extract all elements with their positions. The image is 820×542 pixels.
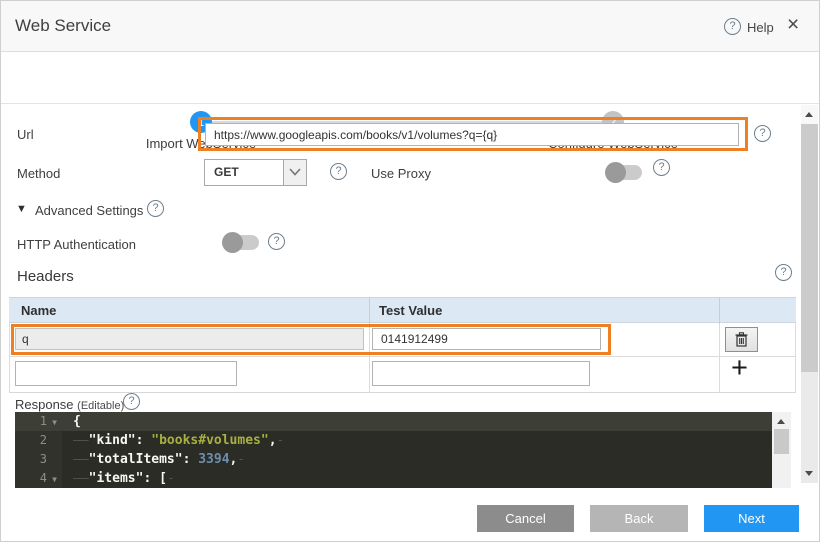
back-button[interactable]: Back	[590, 505, 688, 532]
table-header-divider	[369, 298, 370, 324]
scroll-down-button[interactable]	[801, 464, 818, 483]
toggle-knob	[222, 232, 243, 253]
response-label-text: Response	[15, 397, 74, 412]
header-test-value-input[interactable]	[372, 328, 601, 350]
use-proxy-help-icon[interactable]: ?	[653, 159, 670, 176]
web-service-dialog: Web Service ? Help × 1 2 Import WebServi…	[0, 0, 820, 542]
http-auth-toggle[interactable]	[222, 232, 260, 253]
editor-scrollbar-thumb[interactable]	[774, 429, 789, 454]
table-header-divider	[719, 298, 720, 324]
help-link[interactable]: Help	[747, 20, 774, 35]
cancel-button[interactable]: Cancel	[477, 505, 574, 532]
response-label: Response (Editable)	[15, 397, 124, 412]
table-header-row: Name Test Value	[9, 297, 796, 323]
code-line[interactable]: 2——"kind": "books#volumes",-	[15, 431, 772, 450]
url-help-icon[interactable]: ?	[754, 125, 771, 142]
code-text: {	[62, 412, 81, 431]
response-help-icon[interactable]: ?	[123, 393, 140, 410]
method-label: Method	[17, 166, 60, 181]
use-proxy-toggle[interactable]	[605, 162, 643, 183]
dialog-scrollbar[interactable]	[801, 105, 818, 483]
http-auth-help-icon[interactable]: ?	[268, 233, 285, 250]
scroll-up-icon	[805, 112, 813, 117]
delete-row-button[interactable]	[725, 327, 758, 352]
dialog-title: Web Service	[15, 16, 111, 36]
toggle-knob	[605, 162, 626, 183]
wizard-stepper: 1 2 Import WebService Configure WebServi…	[1, 52, 819, 104]
code-text: ——"kind": "books#volumes",-	[62, 431, 284, 450]
code-lines: 1▼{2——"kind": "books#volumes",-3——"total…	[15, 412, 772, 488]
collapse-triangle-icon[interactable]: ▼	[16, 203, 27, 215]
scroll-up-button[interactable]	[801, 105, 818, 124]
title-bar: Web Service ? Help ×	[1, 1, 819, 52]
headers-help-icon[interactable]: ?	[775, 264, 792, 281]
scroll-down-icon	[805, 471, 813, 476]
table-row-divider	[9, 356, 796, 357]
advanced-settings-label[interactable]: Advanced Settings	[35, 203, 143, 218]
dialog-scrollbar-thumb[interactable]	[801, 124, 818, 372]
code-text: ——"items": [-	[62, 469, 175, 488]
help-icon[interactable]: ?	[724, 18, 741, 35]
next-button[interactable]: Next	[704, 505, 799, 532]
method-help-icon[interactable]: ?	[330, 163, 347, 180]
method-selected-value: GET	[214, 160, 239, 185]
url-label: Url	[17, 127, 34, 142]
advanced-settings-help-icon[interactable]: ?	[147, 200, 164, 217]
code-text: ——"totalItems": 3394,-	[62, 450, 245, 469]
column-header-name: Name	[21, 303, 56, 318]
url-input[interactable]	[205, 123, 739, 146]
headers-table: Name Test Value q +	[9, 297, 796, 393]
code-line[interactable]: 3——"totalItems": 3394,-	[15, 450, 772, 469]
response-editable-hint: (Editable)	[77, 400, 124, 412]
column-header-test-value: Test Value	[379, 303, 442, 318]
line-number-gutter: 2	[15, 431, 62, 450]
close-icon[interactable]: ×	[787, 13, 799, 37]
line-number-gutter: 4▼	[15, 469, 62, 488]
line-number-gutter: 3	[15, 450, 62, 469]
add-row-button[interactable]: +	[731, 354, 748, 383]
http-auth-label: HTTP Authentication	[17, 237, 136, 252]
new-header-test-value-input[interactable]	[372, 361, 590, 386]
headers-section-title: Headers	[17, 268, 74, 285]
new-header-name-input[interactable]	[15, 361, 237, 386]
editor-scroll-up-icon[interactable]	[777, 419, 785, 424]
method-select[interactable]: GET	[204, 159, 307, 186]
use-proxy-label: Use Proxy	[371, 166, 431, 181]
code-line[interactable]: 4▼——"items": [-	[15, 469, 772, 488]
header-name-field[interactable]: q	[15, 328, 364, 350]
line-number-gutter: 1▼	[15, 412, 62, 431]
trash-icon	[735, 332, 748, 347]
code-line[interactable]: 1▼{	[15, 412, 772, 431]
editor-scrollbar[interactable]	[772, 412, 791, 488]
response-code-editor[interactable]: 1▼{2——"kind": "books#volumes",-3——"total…	[15, 412, 772, 488]
chevron-down-icon	[283, 160, 306, 185]
fold-arrow-icon[interactable]: ▼	[47, 470, 62, 488]
fold-arrow-icon[interactable]: ▼	[47, 413, 62, 432]
